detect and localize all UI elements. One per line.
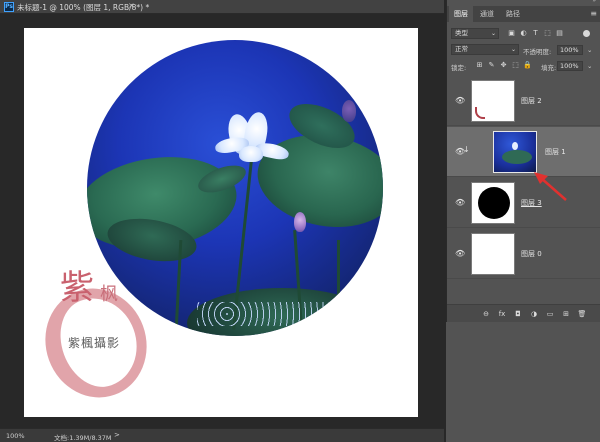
status-menu-arrow-icon[interactable]: > <box>114 431 120 439</box>
thumbnail-black-circle <box>478 187 510 219</box>
clipping-mask-arrow-icon: ↓ <box>463 145 470 154</box>
layer-filter-row: 类型 ⌄ ▣ ◐ T ⬚ ▤ <box>451 28 597 42</box>
lotus-bud <box>342 100 356 122</box>
watermark-seal: 紫 枫 紫楓攝影 <box>30 258 162 412</box>
layer-row[interactable]: 👁 图层 2 <box>447 76 600 126</box>
group-icon[interactable]: ▭ <box>545 309 555 319</box>
lock-pixels-icon[interactable]: ✎ <box>487 61 496 70</box>
fill-label: 填充: <box>541 64 557 72</box>
tab-channels[interactable]: 通道 <box>475 6 499 22</box>
lock-all-icon[interactable]: 🔒 <box>523 61 532 70</box>
chevron-down-icon: ⌄ <box>490 30 496 37</box>
image-filter-icon[interactable]: ▣ <box>507 29 516 38</box>
layer-row[interactable]: 👁 图层 3 <box>447 178 600 228</box>
blend-mode-select[interactable]: 正常 ⌄ <box>451 44 519 55</box>
chevron-down-icon[interactable]: ⌄ <box>587 62 592 70</box>
new-layer-icon[interactable]: ⊞ <box>561 309 571 319</box>
water-droplets <box>197 302 347 326</box>
tab-paths[interactable]: 路径 <box>501 6 525 22</box>
link-layers-icon[interactable]: ⊖ <box>481 309 491 319</box>
layer-row[interactable]: 👁 图层 0 <box>447 229 600 279</box>
status-bar: 100% 文档:1.39M/8.37M > <box>0 428 444 442</box>
filter-kind-select[interactable]: 类型 ⌄ <box>451 28 499 39</box>
adjustment-filter-icon[interactable]: ◐ <box>519 29 528 38</box>
seal-name-text: 紫楓攝影 <box>68 336 121 350</box>
lotus-petal <box>239 146 263 162</box>
panel-tab-bar: 图层 通道 路径 ≡ <box>447 6 600 22</box>
layer-name[interactable]: 图层 3 <box>521 198 542 208</box>
photoshop-app-icon: Ps <box>4 2 14 12</box>
chevron-down-icon: ⌄ <box>510 46 516 53</box>
layer-name[interactable]: 图层 1 <box>545 147 566 157</box>
close-icon[interactable]: × <box>128 1 135 10</box>
lock-position-icon[interactable]: ✥ <box>499 61 508 70</box>
layers-list: 👁 图层 2 👁 ↓ 图层 1 👁 图层 3 👁 图层 0 <box>447 76 600 304</box>
layer-thumbnail <box>471 80 515 122</box>
thumbnail-flower <box>512 142 518 150</box>
shape-filter-icon[interactable]: ⬚ <box>543 29 552 38</box>
panel-empty-area <box>446 322 600 442</box>
chevron-down-icon[interactable]: ⌄ <box>587 46 592 54</box>
eye-icon[interactable]: 👁 <box>455 249 465 259</box>
thumbnail-leaf <box>502 150 532 164</box>
layer-row-selected[interactable]: 👁 ↓ 图层 1 <box>447 127 600 177</box>
tab-layers[interactable]: 图层 <box>449 6 473 22</box>
document-canvas[interactable]: 紫 枫 紫楓攝影 <box>24 28 418 417</box>
lock-transparent-icon[interactable]: ⊞ <box>475 61 484 70</box>
document-size-info: 文档:1.39M/8.37M <box>54 434 112 442</box>
mask-icon[interactable]: ◘ <box>513 309 523 319</box>
type-filter-icon[interactable]: T <box>531 29 540 38</box>
blend-opacity-row: 正常 ⌄ 不透明度: 100% ⌄ <box>451 44 597 58</box>
canvas-area[interactable]: 紫 枫 紫楓攝影 <box>0 14 444 428</box>
opacity-label: 不透明度: <box>523 48 552 56</box>
opacity-field[interactable]: 100% <box>557 45 583 55</box>
layer-thumbnail <box>493 131 537 173</box>
filter-kind-label: 类型 <box>455 29 468 37</box>
lock-label: 锁定: <box>451 64 467 72</box>
layer-name[interactable]: 图层 2 <box>521 96 542 106</box>
layers-panel-footer: ⊖ fx ◘ ◑ ▭ ⊞ 🗑 <box>447 304 600 322</box>
thumbnail-seal-mark <box>475 107 485 119</box>
adjustment-icon[interactable]: ◑ <box>529 309 539 319</box>
eye-icon[interactable]: 👁 <box>455 198 465 208</box>
layer-thumbnail <box>471 182 515 224</box>
lock-fill-row: 锁定: ⊞ ✎ ✥ ⬚ 🔒 填充: 100% ⌄ <box>451 60 597 74</box>
seal-big-character: 紫 <box>60 268 94 308</box>
photoshop-window: Ps 未标题-1 @ 100% (图层 1, RGB/8*) * × 紫 枫 紫… <box>0 0 600 442</box>
smart-object-filter-icon[interactable]: ▤ <box>555 29 564 38</box>
fx-icon[interactable]: fx <box>497 309 507 319</box>
zoom-level[interactable]: 100% <box>6 432 25 440</box>
layer-thumbnail <box>471 233 515 275</box>
seal-small-character: 枫 <box>100 284 118 305</box>
eye-icon[interactable]: 👁 <box>455 96 465 106</box>
fill-field[interactable]: 100% <box>557 61 583 71</box>
blend-mode-value: 正常 <box>455 45 468 53</box>
panel-menu-icon[interactable]: ≡ <box>590 9 597 18</box>
filter-toggle-switch[interactable] <box>583 30 590 37</box>
lotus-bud <box>294 212 306 232</box>
document-tab[interactable]: Ps 未标题-1 @ 100% (图层 1, RGB/8*) * × <box>0 0 444 14</box>
lock-artboard-icon[interactable]: ⬚ <box>511 61 520 70</box>
layers-panel: » 图层 通道 路径 ≡ 类型 ⌄ ▣ ◐ T ⬚ ▤ 正常 ⌄ 不透明度: 1… <box>446 0 600 322</box>
collapse-panels-icon[interactable]: » <box>592 0 596 4</box>
delete-icon[interactable]: 🗑 <box>577 309 587 319</box>
layer-name[interactable]: 图层 0 <box>521 249 542 259</box>
